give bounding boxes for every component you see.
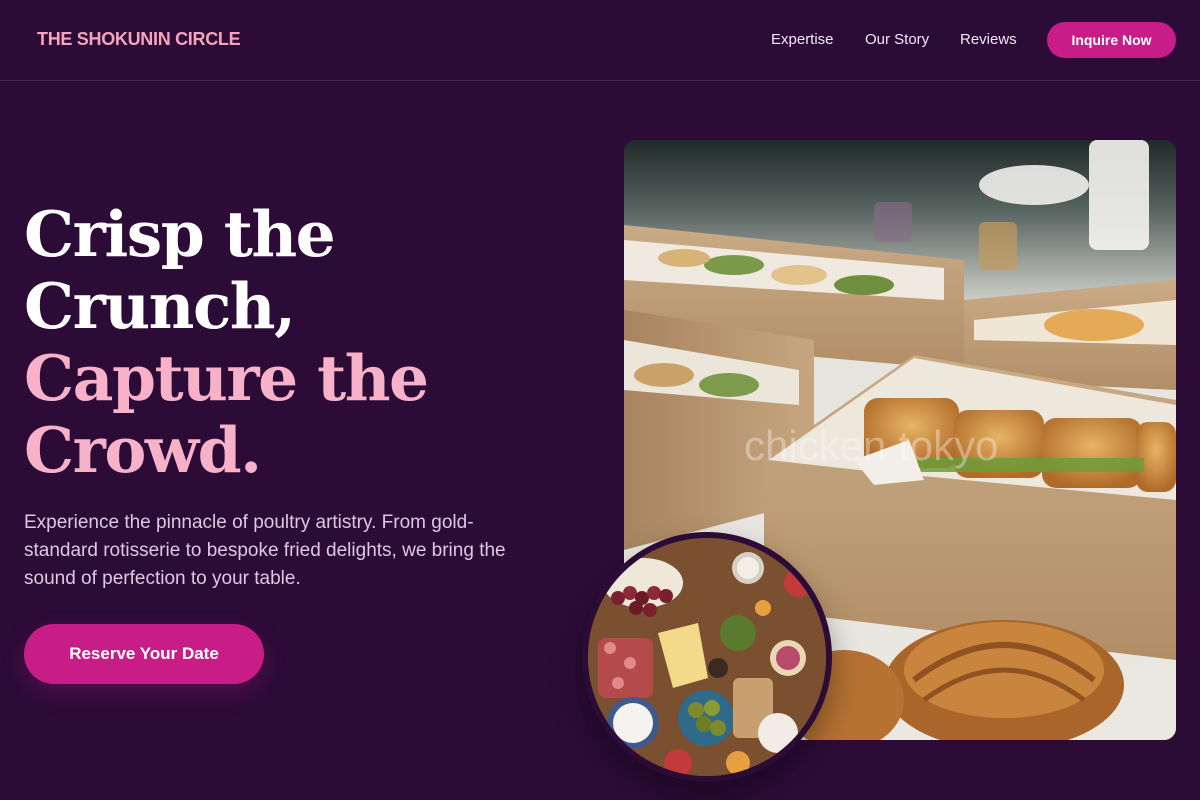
nav-link-expertise[interactable]: Expertise <box>771 31 834 48</box>
headline-line-2: Crunch, <box>24 269 296 343</box>
photo-watermark: chicken tokyo <box>744 422 998 469</box>
nav-link-our-story[interactable]: Our Story <box>865 31 929 48</box>
top-navigation: THE SHOKUNIN CIRCLE Expertise Our Story … <box>0 0 1200 81</box>
hero-headline: Crisp the Crunch, Capture the Crowd. <box>24 198 564 486</box>
headline-line-3: Capture the <box>24 341 429 415</box>
charcuterie-illustration <box>588 538 826 776</box>
hero-description: Experience the pinnacle of poultry artis… <box>24 512 506 589</box>
reserve-your-date-button[interactable]: Reserve Your Date <box>24 624 264 684</box>
inquire-now-button[interactable]: Inquire Now <box>1047 22 1176 58</box>
headline-line-4: Crowd. <box>24 413 262 487</box>
brand-logo-text[interactable]: THE SHOKUNIN CIRCLE <box>37 29 241 50</box>
charcuterie-board-photo <box>582 532 832 782</box>
headline-line-1: Crisp the <box>24 197 336 271</box>
nav-link-reviews[interactable]: Reviews <box>960 31 1017 48</box>
